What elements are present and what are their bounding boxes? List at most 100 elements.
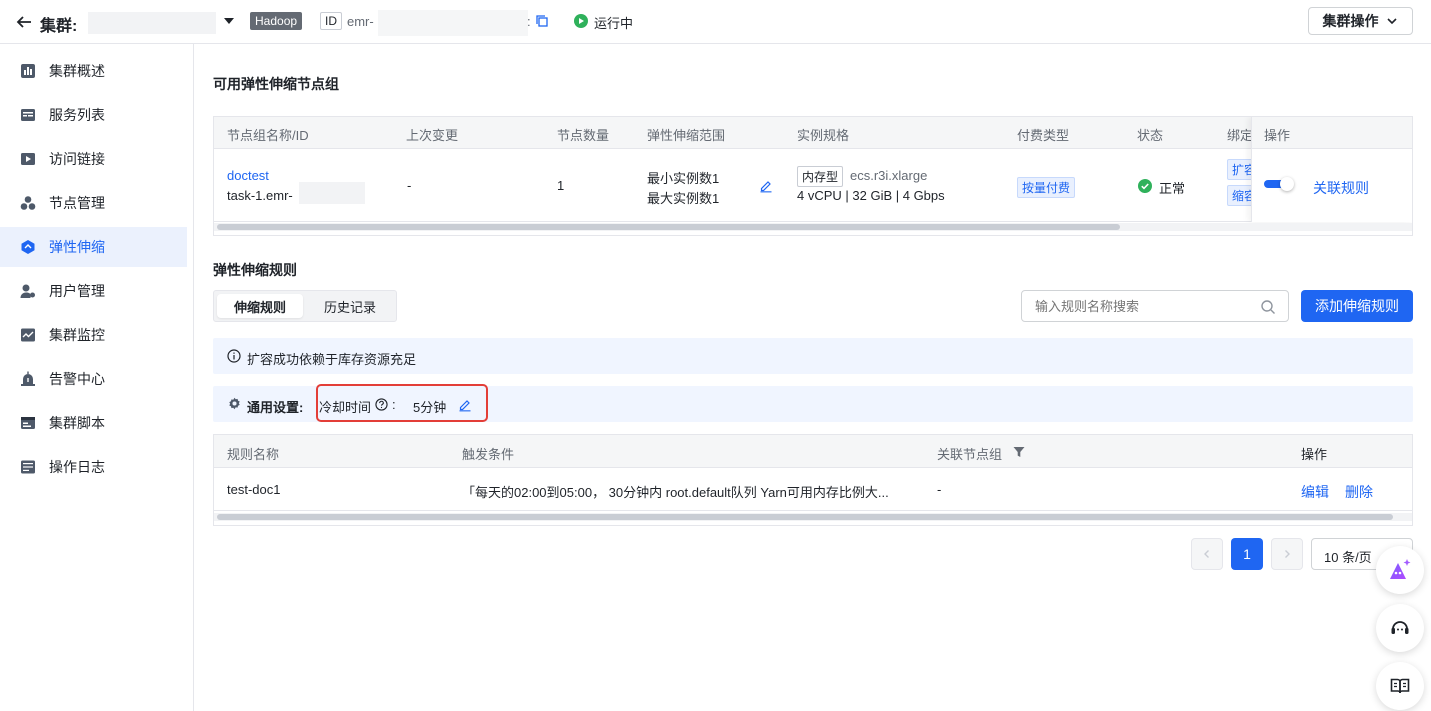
sidebar-item-alarms[interactable]: 告警中心 (0, 359, 187, 399)
sidebar-item-scripts[interactable]: 集群脚本 (0, 403, 187, 443)
help-icon[interactable] (375, 398, 388, 411)
node-groups-table: 节点组名称/ID 上次变更 节点数量 弹性伸缩范围 实例规格 付费类型 状态 绑… (213, 116, 1413, 236)
node-groups-title: 可用弹性伸缩节点组 (213, 76, 339, 92)
min-instances: 最小实例数1 (647, 171, 720, 186)
info-icon (227, 349, 241, 363)
general-settings-label: 通用设置: (247, 400, 304, 415)
sidebar-item-services[interactable]: 服务列表 (0, 95, 187, 135)
chart-icon (20, 63, 36, 79)
sidebar-item-label: 操作日志 (49, 459, 105, 475)
search-icon[interactable] (1260, 299, 1276, 315)
cluster-id-masked (378, 10, 528, 36)
docs-button[interactable] (1376, 662, 1424, 710)
table-row: doctest task-1.emr- - 1 最小实例数1 最大实例数1 内存… (214, 149, 1412, 222)
cooldown-separator: : (392, 397, 396, 412)
filter-icon[interactable] (1013, 446, 1025, 458)
monitor-icon (20, 327, 36, 343)
column-header: 节点数量 (557, 128, 610, 143)
node-groups-scrollbar[interactable] (214, 223, 1412, 231)
page-size-value: 10 条/页 (1324, 550, 1372, 565)
edit-rule-link[interactable]: 编辑 (1301, 482, 1329, 502)
cluster-type-badge: Hadoop (250, 12, 303, 30)
rule-search-box[interactable] (1021, 290, 1289, 322)
cluster-actions-button[interactable]: 集群操作 (1308, 7, 1413, 35)
cluster-id: emr- (347, 14, 374, 29)
page-number-button[interactable]: 1 (1231, 538, 1263, 570)
sidebar-item-access-links[interactable]: 访问链接 (0, 139, 187, 179)
next-page-button[interactable] (1271, 538, 1303, 570)
tab-scaling-rules[interactable]: 伸缩规则 (217, 294, 303, 318)
headset-icon (1391, 621, 1409, 634)
delete-rule-link[interactable]: 删除 (1345, 482, 1373, 502)
status-indicator (574, 14, 588, 28)
rules-tabs: 伸缩规则 历史记录 (213, 290, 397, 322)
search-input[interactable] (1023, 292, 1253, 320)
rule-node-group: - (937, 482, 942, 497)
instance-type: ecs.r3i.xlarge (850, 168, 928, 183)
sidebar-item-label: 告警中心 (49, 371, 105, 387)
node-group-name-link[interactable]: doctest (227, 168, 269, 183)
scrollbar-thumb[interactable] (217, 514, 1393, 520)
edit-icon[interactable] (458, 398, 472, 412)
chevron-left-icon (1204, 550, 1209, 558)
add-scaling-rule-button[interactable]: 添加伸缩规则 (1301, 290, 1413, 322)
sidebar-item-label: 集群概述 (49, 63, 105, 79)
tab-history[interactable]: 历史记录 (306, 294, 394, 318)
column-header: 绑定 (1227, 128, 1254, 143)
edit-range-button[interactable] (759, 179, 773, 193)
scaling-icon (20, 239, 36, 255)
rules-table: 规则名称 触发条件 关联节点组 操作 test-doc1 「每天的02:00到0… (213, 434, 1413, 526)
chevron-right-icon (1285, 550, 1290, 558)
node-group-id-masked (299, 182, 365, 204)
tab-label: 历史记录 (323, 299, 376, 315)
copy-id-button[interactable] (535, 14, 549, 28)
sidebar-item-label: 集群监控 (49, 327, 105, 343)
copy-icon (536, 15, 548, 27)
id-label: ID (320, 12, 342, 30)
associate-rules-link[interactable]: 关联规则 (1313, 178, 1369, 198)
sidebar-item-label: 访问链接 (49, 151, 105, 167)
column-header: 状态 (1137, 128, 1164, 143)
sidebar-item-overview[interactable]: 集群概述 (0, 51, 187, 91)
sidebar-item-label: 弹性伸缩 (49, 239, 105, 255)
sidebar: 集群概述 服务列表 访问链接 节点管理 弹性伸缩 用户管理 集群监控 告警中心 … (0, 44, 194, 711)
scrollbar-thumb[interactable] (217, 224, 1120, 230)
enable-toggle[interactable] (1264, 177, 1296, 191)
caret-down-icon (224, 18, 234, 24)
chevron-down-icon (1386, 18, 1397, 25)
column-header: 付费类型 (1017, 128, 1070, 143)
scaling-rules-title: 弹性伸缩规则 (213, 262, 297, 278)
table-header: 规则名称 触发条件 关联节点组 操作 (214, 435, 1412, 468)
sidebar-item-nodes[interactable]: 节点管理 (0, 183, 187, 223)
top-header: 集群: Hadoop ID emr- : 运行中 集群操作 (0, 0, 1431, 44)
column-header: 操作 (1301, 447, 1328, 462)
last-change: - (407, 178, 412, 193)
play-icon (20, 151, 36, 167)
current-page: 1 (1243, 546, 1251, 562)
list-icon (20, 107, 36, 123)
back-button[interactable] (14, 12, 34, 32)
cluster-actions-label: 集群操作 (1322, 13, 1379, 29)
customer-service-button[interactable] (1376, 604, 1424, 652)
cluster-id-suffix: : (527, 14, 531, 29)
sidebar-item-users[interactable]: 用户管理 (0, 271, 187, 311)
max-instances: 最大实例数1 (647, 191, 720, 206)
table-header: 节点组名称/ID 上次变更 节点数量 弹性伸缩范围 实例规格 付费类型 状态 绑… (214, 117, 1412, 149)
rules-scrollbar[interactable] (214, 513, 1412, 521)
arrow-left-icon (16, 16, 31, 28)
cluster-switch-dropdown[interactable] (222, 15, 238, 29)
book-icon (1390, 678, 1410, 694)
prev-page-button[interactable] (1191, 538, 1223, 570)
cluster-label: 集群: (40, 18, 78, 35)
sidebar-item-label: 用户管理 (49, 283, 105, 299)
sidebar-item-operation-log[interactable]: 操作日志 (0, 447, 187, 487)
sidebar-item-label: 集群脚本 (49, 415, 105, 431)
script-icon (20, 415, 36, 431)
ai-assistant-button[interactable] (1376, 546, 1424, 594)
cluster-name-masked (88, 12, 216, 34)
rule-name: test-doc1 (227, 482, 281, 497)
info-notice: 扩容成功依赖于库存资源充足 (213, 338, 1413, 374)
sidebar-item-auto-scaling[interactable]: 弹性伸缩 (0, 227, 187, 267)
sidebar-item-monitoring[interactable]: 集群监控 (0, 315, 187, 355)
status-ok-indicator (1138, 179, 1152, 193)
